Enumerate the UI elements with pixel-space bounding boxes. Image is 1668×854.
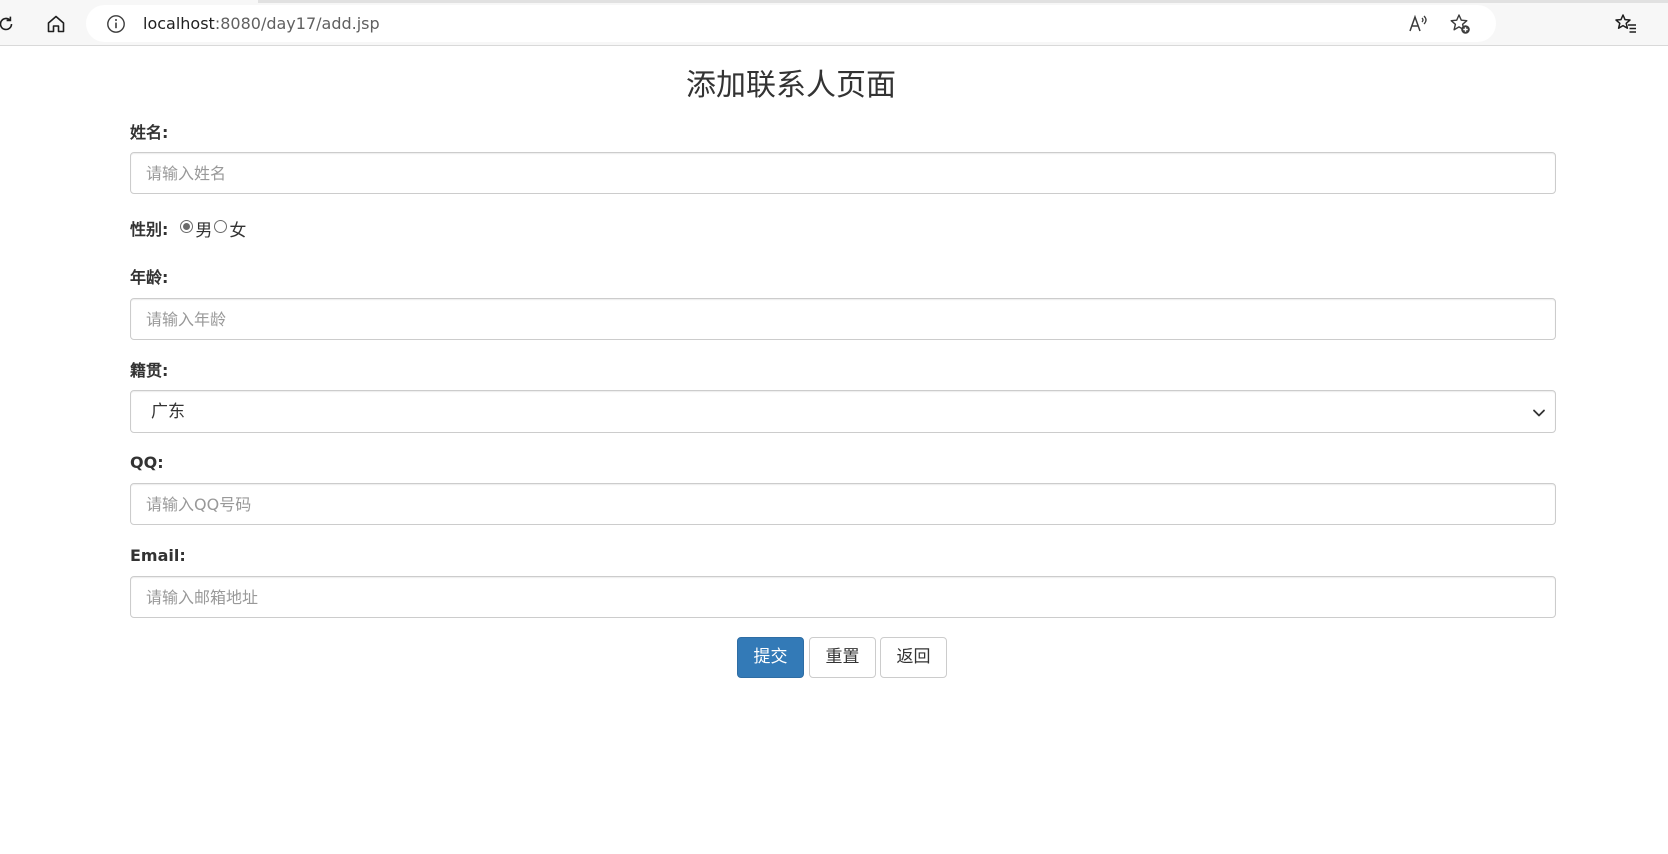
url-path: :8080/day17/add.jsp: [214, 14, 380, 33]
browser-toolbar: localhost:8080/day17/add.jsp: [0, 0, 1668, 46]
gender-female-label[interactable]: 女: [229, 216, 246, 241]
refresh-icon[interactable]: [0, 10, 20, 38]
reset-button[interactable]: 重置: [809, 637, 876, 678]
read-aloud-icon[interactable]: [1406, 12, 1430, 36]
email-input[interactable]: [130, 576, 1556, 618]
back-button[interactable]: 返回: [880, 637, 947, 678]
favorites-icon[interactable]: [1612, 10, 1640, 38]
info-icon[interactable]: [106, 14, 126, 34]
add-favorite-icon[interactable]: [1448, 12, 1472, 36]
gender-female-radio[interactable]: [214, 220, 228, 233]
age-input[interactable]: [130, 298, 1556, 340]
chevron-down-icon: [1531, 405, 1547, 425]
email-label: Email:: [130, 546, 186, 565]
age-label: 年龄:: [130, 268, 169, 287]
qq-label: QQ:: [130, 453, 164, 472]
submit-button[interactable]: 提交: [737, 637, 804, 678]
url-text[interactable]: localhost:8080/day17/add.jsp: [143, 14, 380, 34]
url-host: localhost: [143, 14, 215, 33]
address-selected-value: 广东: [151, 402, 185, 422]
address-select[interactable]: 广东: [130, 390, 1556, 433]
name-input[interactable]: [130, 152, 1556, 194]
qq-input[interactable]: [130, 483, 1556, 525]
gender-group: 性别: 男 女: [130, 216, 248, 241]
page-load-indicator: [258, 0, 1668, 3]
gender-male-radio[interactable]: [180, 220, 194, 233]
gender-male-label[interactable]: 男: [195, 216, 212, 241]
name-label: 姓名:: [130, 123, 169, 142]
home-icon[interactable]: [42, 10, 70, 38]
page-title: 添加联系人页面: [686, 68, 896, 103]
address-bar[interactable]: localhost:8080/day17/add.jsp: [86, 5, 1496, 42]
address-label: 籍贯:: [130, 361, 169, 380]
gender-label: 性别:: [130, 220, 169, 239]
